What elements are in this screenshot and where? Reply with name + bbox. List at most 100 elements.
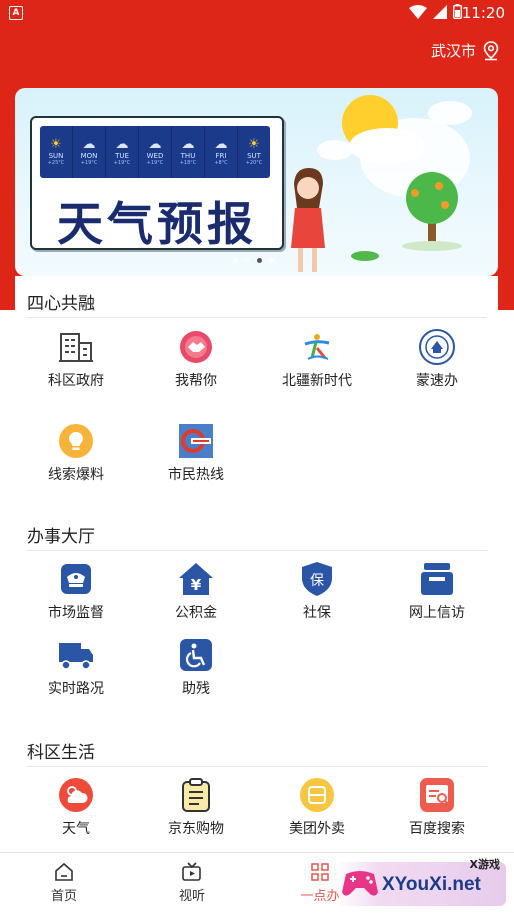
search-card-icon xyxy=(419,777,455,813)
service-keqi-gov[interactable]: 科区政府 xyxy=(16,329,136,390)
banner-pagination xyxy=(233,258,274,263)
forecast-day-temp: +19°C xyxy=(113,160,131,166)
location-pin-icon xyxy=(483,40,499,60)
tab-video[interactable]: 视听 xyxy=(152,861,232,904)
service-meituan[interactable]: 美团外卖 xyxy=(257,777,377,838)
section-divider xyxy=(27,550,487,551)
video-icon xyxy=(152,861,232,883)
pagination-dot[interactable] xyxy=(245,258,250,263)
service-online-petition[interactable]: 网上信访 xyxy=(377,561,497,622)
tab-home[interactable]: 首页 xyxy=(24,861,104,904)
service-label: 公积金 xyxy=(175,605,217,621)
shopping-list-icon xyxy=(178,777,214,813)
service-baidu-search[interactable]: 百度搜索 xyxy=(377,777,497,838)
service-label: 京东购物 xyxy=(168,821,224,837)
cloud-icon: ☁ xyxy=(181,137,195,152)
building-icon xyxy=(58,329,94,365)
battery-icon xyxy=(453,4,462,19)
banner-title: 天气预报 xyxy=(57,197,257,251)
service-label: 北疆新时代 xyxy=(282,373,352,389)
cloud-icon: ☁ xyxy=(148,137,162,152)
forecast-day-temp: +8°C xyxy=(214,160,228,166)
forecast-days: ☀ SUN +25°C ☁ MON +19°C ☁ TUE +19°C ☁ WED +19°C ☁ THU… xyxy=(40,126,270,178)
watermark-main-text: XYouXi.net xyxy=(382,874,481,895)
service-clue-report[interactable]: 线索爆料 xyxy=(16,423,136,484)
watermark: X游戏 XYouXi.net xyxy=(336,856,506,908)
forecast-day: ☁ TUE +19°C xyxy=(106,126,139,178)
cloud-icon: ☁ xyxy=(115,137,129,152)
wheelchair-icon xyxy=(178,637,214,673)
forecast-day: ☀ SUN +25°C xyxy=(40,126,73,178)
service-label: 网上信访 xyxy=(409,605,465,621)
forecast-day-temp: +19°C xyxy=(146,160,164,166)
wifi-icon xyxy=(409,4,427,19)
service-jd-shopping[interactable]: 京东购物 xyxy=(136,777,256,838)
forecast-day-label: THU xyxy=(180,152,196,160)
forecast-day-label: SUN xyxy=(48,152,64,160)
handshake-icon xyxy=(178,329,214,365)
forecast-day-temp: +19°C xyxy=(80,160,98,166)
service-label: 百度搜索 xyxy=(409,821,465,837)
pagination-dot-active[interactable] xyxy=(257,258,262,263)
service-market-supervision[interactable]: 市场监督 xyxy=(16,561,136,622)
status-time: 11:20 xyxy=(461,4,505,22)
forecast-day-temp: +18°C xyxy=(179,160,197,166)
sun-icon: ☀ xyxy=(50,137,62,152)
city-label: 武汉市 xyxy=(430,42,476,60)
cloud-icon: ☁ xyxy=(214,137,228,152)
forecast-day-label: TUE xyxy=(115,152,129,160)
hotline-logo-icon xyxy=(178,423,214,459)
svg-text:保: 保 xyxy=(310,573,324,589)
tab-label: 首页 xyxy=(50,889,77,904)
cloud-icon: ☁ xyxy=(82,137,96,152)
forecast-day-label: MON xyxy=(80,152,98,160)
emblem-icon xyxy=(419,329,455,365)
service-label: 社保 xyxy=(303,605,331,621)
watermark-top-text: X游戏 xyxy=(469,858,500,871)
service-help-you[interactable]: 我帮你 xyxy=(136,329,256,390)
sun-icon: ☀ xyxy=(248,137,260,152)
service-disability-aid[interactable]: 助残 xyxy=(136,637,256,698)
gamepad-logo-icon xyxy=(342,871,378,896)
section-divider xyxy=(27,317,487,318)
service-traffic[interactable]: 实时路况 xyxy=(16,637,136,698)
notification-a-icon: A xyxy=(9,6,23,20)
service-label: 蒙速办 xyxy=(416,373,458,389)
service-label: 我帮你 xyxy=(175,373,217,389)
forecast-day-label: SUT xyxy=(247,152,261,160)
signal-icon xyxy=(433,4,447,19)
service-social-security[interactable]: 保 社保 xyxy=(257,561,377,622)
section-title-sixin: 四心共融 xyxy=(27,294,95,314)
service-label: 美团外卖 xyxy=(289,821,345,837)
service-housing-fund[interactable]: ¥ 公积金 xyxy=(136,561,256,622)
tab-label: 视听 xyxy=(178,889,205,904)
section-divider xyxy=(27,766,487,767)
shield-bao-icon: 保 xyxy=(299,561,335,597)
status-bar: A 11:20 xyxy=(0,0,514,26)
service-mengsuban[interactable]: 蒙速办 xyxy=(377,329,497,390)
forecast-day-label: FRI xyxy=(215,152,227,160)
service-weather[interactable]: 天气 xyxy=(16,777,136,838)
delivery-box-icon xyxy=(299,777,335,813)
service-beijiang[interactable]: 北疆新时代 xyxy=(257,329,377,390)
service-label: 天气 xyxy=(62,821,90,837)
weather-icon xyxy=(58,777,94,813)
forecast-day: ☁ FRI +8°C xyxy=(205,126,238,178)
home-icon xyxy=(24,861,104,883)
location-selector[interactable]: 武汉市 xyxy=(431,40,500,61)
weather-forecast-panel: ☀ SUN +25°C ☁ MON +19°C ☁ TUE +19°C ☁ WED +19°C ☁ THU… xyxy=(30,116,284,251)
pagination-dot[interactable] xyxy=(233,258,238,263)
status-icons xyxy=(409,4,462,19)
tab-label: 一点办 xyxy=(300,889,340,904)
svg-text:¥: ¥ xyxy=(191,576,202,594)
section-title-banshi: 办事大厅 xyxy=(27,527,95,547)
forecast-day: ☁ WED +19°C xyxy=(139,126,172,178)
forecast-day: ☀ SUT +20°C xyxy=(238,126,270,178)
mailbox-icon xyxy=(419,561,455,597)
pagination-dot[interactable] xyxy=(269,258,274,263)
service-label: 线索爆料 xyxy=(48,467,104,483)
forecast-day-label: WED xyxy=(146,152,164,160)
service-hotline[interactable]: 市民热线 xyxy=(136,423,256,484)
service-label: 助残 xyxy=(182,681,210,697)
dancer-logo-icon xyxy=(299,329,335,365)
